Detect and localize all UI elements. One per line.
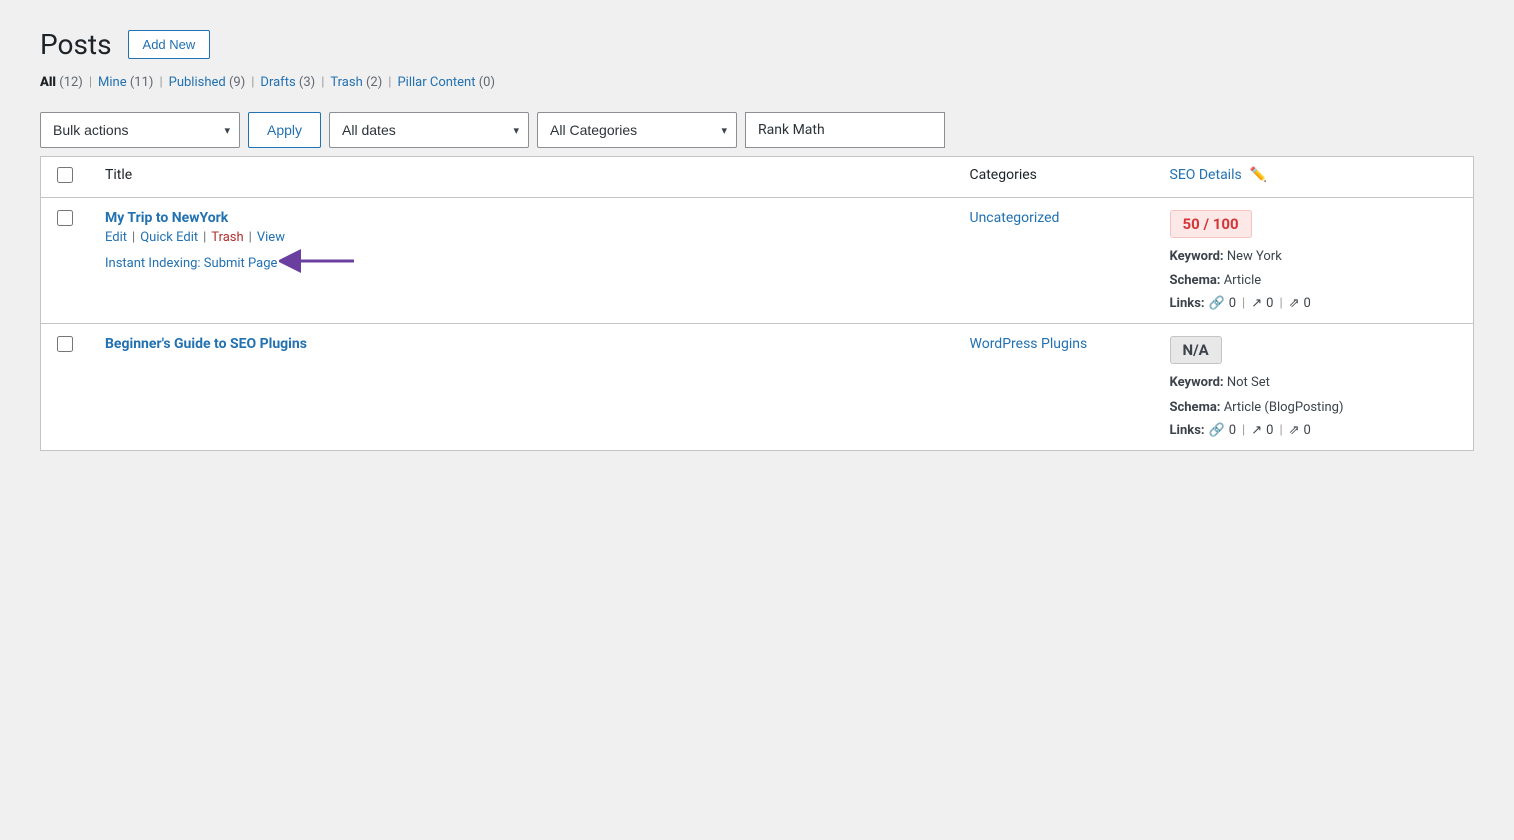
links-sep1-1: | [1242, 423, 1245, 438]
action-edit[interactable]: Edit [105, 230, 127, 245]
select-all-checkbox[interactable] [57, 167, 73, 183]
action-sep: | [249, 230, 252, 245]
date-filter-wrapper: All dates ▾ [329, 112, 529, 148]
seo-score-badge-0: 50 / 100 [1170, 210, 1252, 238]
link-icon-1-0: 🔗 [1209, 296, 1225, 311]
seo-schema-1: Schema: Article (BlogPosting) [1170, 399, 1458, 417]
seo-header: SEO Details ✏️ [1170, 167, 1458, 183]
seo-links-label-0: Links: [1170, 296, 1205, 311]
select-all-th [41, 157, 90, 198]
seo-cell-1: N/A Keyword: Not Set Schema: Article (Bl… [1154, 324, 1474, 450]
link1-count-1: 0 [1229, 423, 1236, 438]
action-quick-edit[interactable]: Quick Edit [140, 230, 198, 245]
filter-link-all: All (12) [40, 75, 83, 90]
seo-details-link[interactable]: SEO Details [1170, 167, 1242, 183]
link1-count-0: 0 [1229, 296, 1236, 311]
title-header-label: Title [105, 167, 132, 183]
title-cell-1: Beginner's Guide to SEO Plugins [89, 324, 954, 450]
category-filter-select[interactable]: All Categories [537, 112, 737, 148]
action-sep: | [132, 230, 135, 245]
filter-link-trash[interactable]: Trash (2) [330, 75, 382, 90]
link3-count-0: 0 [1304, 296, 1311, 311]
links-sep1-0: | [1242, 296, 1245, 311]
action-trash[interactable]: Trash [211, 230, 243, 245]
link-icon-2-0: ↗ [1251, 296, 1262, 311]
posts-table: Title Categories SEO Details ✏️ My Trip … [40, 156, 1474, 451]
link-icon-3-1: ⇗ [1289, 423, 1300, 438]
link2-count-1: 0 [1266, 423, 1273, 438]
rank-math-label: Rank Math [745, 112, 945, 148]
table-row: Beginner's Guide to SEO Plugins WordPress… [41, 324, 1474, 450]
row-checkbox-0[interactable] [57, 210, 73, 226]
category-link-1[interactable]: WordPress Plugins [970, 336, 1088, 352]
seo-cell-0: 50 / 100 Keyword: New York Schema: Artic… [1154, 198, 1474, 324]
row-check-0 [41, 198, 90, 324]
date-filter-select[interactable]: All dates [329, 112, 529, 148]
table-header-row: Title Categories SEO Details ✏️ [41, 157, 1474, 198]
categories-column-header: Categories [954, 157, 1154, 198]
table-row: My Trip to NewYork Edit | Quick Edit | Trash |… [41, 198, 1474, 324]
link-icon-3-0: ⇗ [1289, 296, 1300, 311]
seo-keyword-0: Keyword: New York [1170, 248, 1458, 266]
links-sep2-0: | [1279, 296, 1282, 311]
apply-button[interactable]: Apply [248, 112, 321, 148]
filter-separator: | [89, 75, 92, 90]
filter-separator: | [159, 75, 162, 90]
link-icon-1-1: 🔗 [1209, 423, 1225, 438]
link2-count-0: 0 [1266, 296, 1273, 311]
seo-keyword-1: Keyword: Not Set [1170, 374, 1458, 392]
row-check-1 [41, 324, 90, 450]
title-cell-0: My Trip to NewYork Edit | Quick Edit | Trash |… [89, 198, 954, 324]
posts-table-wrap: Title Categories SEO Details ✏️ My Trip … [40, 156, 1474, 451]
seo-links-label-1: Links: [1170, 423, 1205, 438]
action-sep: | [203, 230, 206, 245]
bulk-actions-wrapper: Bulk actions ▾ [40, 112, 240, 148]
page-title: Posts [40, 31, 112, 59]
seo-links-0: Links: 🔗 0 | ↗ 0 | ⇗ 0 [1170, 296, 1458, 311]
bulk-actions-select[interactable]: Bulk actions [40, 112, 240, 148]
filter-separator: | [388, 75, 391, 90]
category-link-0[interactable]: Uncategorized [970, 210, 1060, 226]
toolbar: Bulk actions ▾ Apply All dates ▾ All Cat… [40, 104, 1474, 156]
title-column-header: Title [89, 157, 954, 198]
seo-schema-0: Schema: Article [1170, 272, 1458, 290]
seo-score-badge-1: N/A [1170, 336, 1222, 364]
edit-pencil-icon[interactable]: ✏️ [1250, 167, 1267, 183]
action-view[interactable]: View [257, 230, 285, 245]
filter-link-published[interactable]: Published (9) [169, 75, 246, 90]
arrow-annotation [279, 245, 359, 281]
action-instant-indexing[interactable]: Instant Indexing: Submit Page [105, 256, 277, 271]
seo-links-1: Links: 🔗 0 | ↗ 0 | ⇗ 0 [1170, 423, 1458, 438]
row-actions: Edit | Quick Edit | Trash | View [105, 230, 938, 245]
category-cell-1: WordPress Plugins [954, 324, 1154, 450]
add-new-button[interactable]: Add New [128, 30, 211, 59]
filter-link-mine[interactable]: Mine (11) [98, 75, 153, 90]
filter-separator: | [251, 75, 254, 90]
post-title-link-1[interactable]: Beginner's Guide to SEO Plugins [105, 336, 938, 352]
row-actions-2: Instant Indexing: Submit Page [105, 245, 938, 281]
filter-separator: | [321, 75, 324, 90]
page-header: Posts Add New [40, 30, 1474, 59]
category-cell-0: Uncategorized [954, 198, 1154, 324]
post-title-link-0[interactable]: My Trip to NewYork [105, 210, 938, 226]
link3-count-1: 0 [1304, 423, 1311, 438]
filter-link-drafts[interactable]: Drafts (3) [260, 75, 315, 90]
categories-header-label: Categories [970, 167, 1037, 183]
row-checkbox-1[interactable] [57, 336, 73, 352]
links-sep2-1: | [1279, 423, 1282, 438]
category-filter-wrapper: All Categories ▾ [537, 112, 737, 148]
filter-links-bar: All (12) | Mine (11) | Published (9) | Drafts … [40, 75, 1474, 90]
filter-link-pillar[interactable]: Pillar Content (0) [397, 75, 495, 90]
link-icon-2-1: ↗ [1251, 423, 1262, 438]
seo-column-header: SEO Details ✏️ [1154, 157, 1474, 198]
